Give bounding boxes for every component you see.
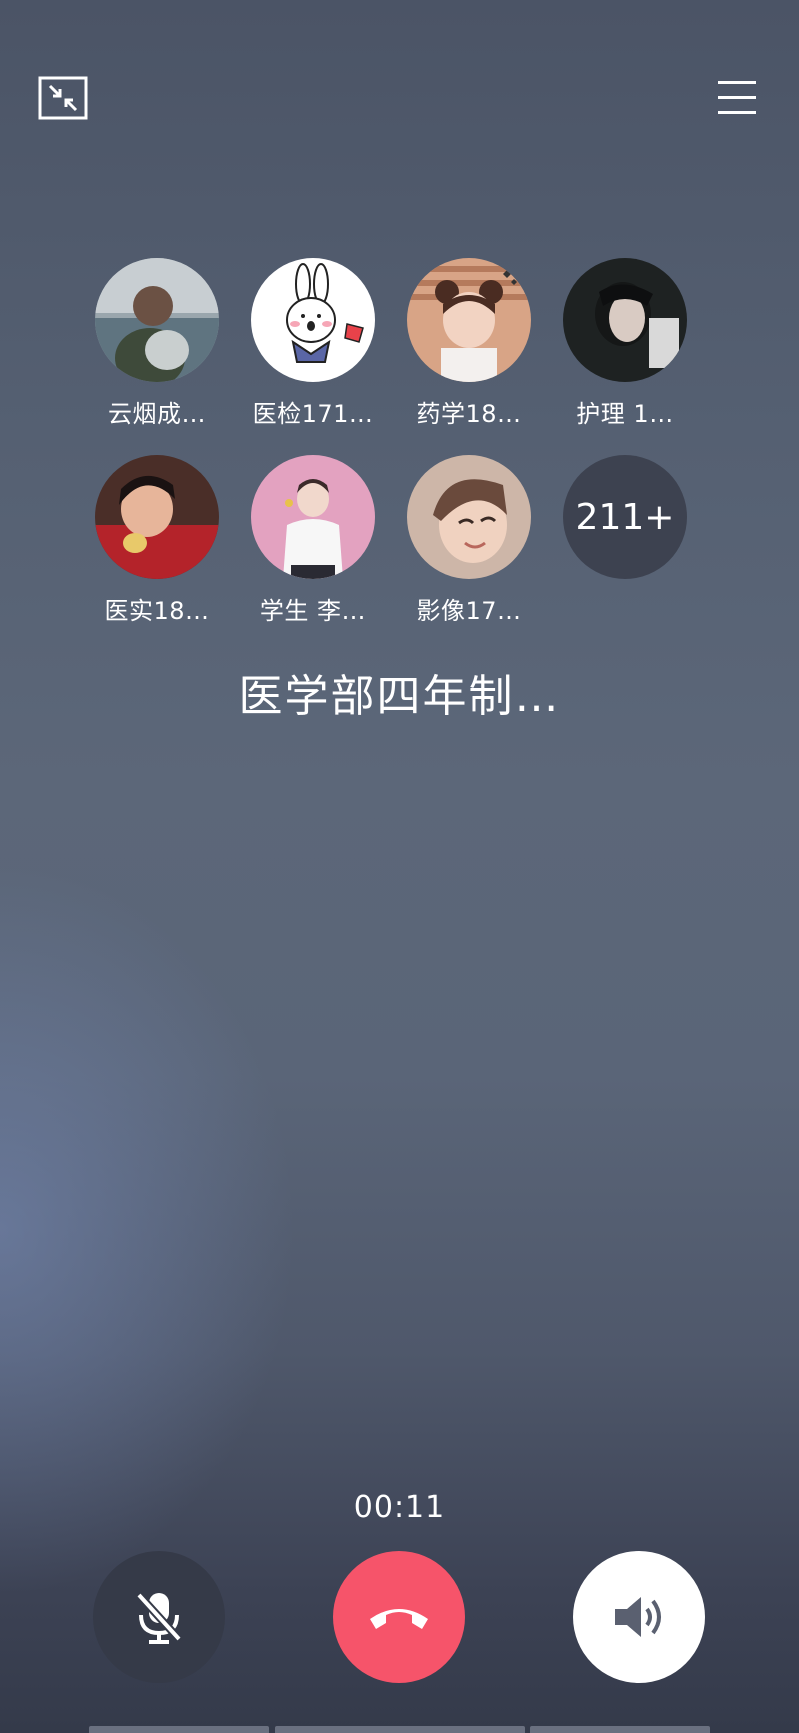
member-name: 医检171… xyxy=(252,400,374,428)
member-name: 云烟成… xyxy=(108,400,206,428)
member-item[interactable]: 云烟成… xyxy=(87,258,227,429)
hangup-button[interactable] xyxy=(333,1551,465,1683)
member-item[interactable]: 药学18… xyxy=(399,258,539,429)
more-count[interactable]: 211+ xyxy=(563,455,687,579)
speaker-button[interactable] xyxy=(573,1551,705,1683)
avatar xyxy=(95,455,219,579)
member-item[interactable]: 医检171… xyxy=(243,258,383,429)
call-timer: 00:11 xyxy=(353,1490,446,1525)
member-name: 药学18… xyxy=(416,400,522,428)
avatar xyxy=(407,258,531,382)
nav-bar-segment xyxy=(530,1726,710,1733)
nav-bar-segment xyxy=(275,1726,525,1733)
avatar xyxy=(95,258,219,382)
microphone-muted-icon xyxy=(136,1592,182,1644)
member-item[interactable]: 护理 1… xyxy=(555,258,695,429)
member-item[interactable]: 影像17… xyxy=(399,455,539,626)
avatar xyxy=(251,455,375,579)
member-item[interactable]: 医实18… xyxy=(87,455,227,626)
member-name: 医实18… xyxy=(104,597,210,625)
hamburger-menu-icon[interactable] xyxy=(717,78,757,118)
minimize-window-icon[interactable] xyxy=(38,76,88,120)
group-title: 医学部四年制… xyxy=(238,671,561,722)
phone-hangup-icon xyxy=(370,1609,428,1629)
avatar xyxy=(251,258,375,382)
mute-button[interactable] xyxy=(93,1551,225,1683)
avatar xyxy=(407,455,531,579)
member-name: 学生 李… xyxy=(259,597,367,625)
member-item[interactable]: 学生 李… xyxy=(243,455,383,626)
nav-bar-segment xyxy=(89,1726,269,1733)
speaker-icon xyxy=(615,1597,661,1637)
member-name: 护理 1… xyxy=(576,400,674,428)
avatar xyxy=(563,258,687,382)
member-name: 影像17… xyxy=(416,597,522,625)
more-members[interactable]: 211+ xyxy=(555,455,695,579)
